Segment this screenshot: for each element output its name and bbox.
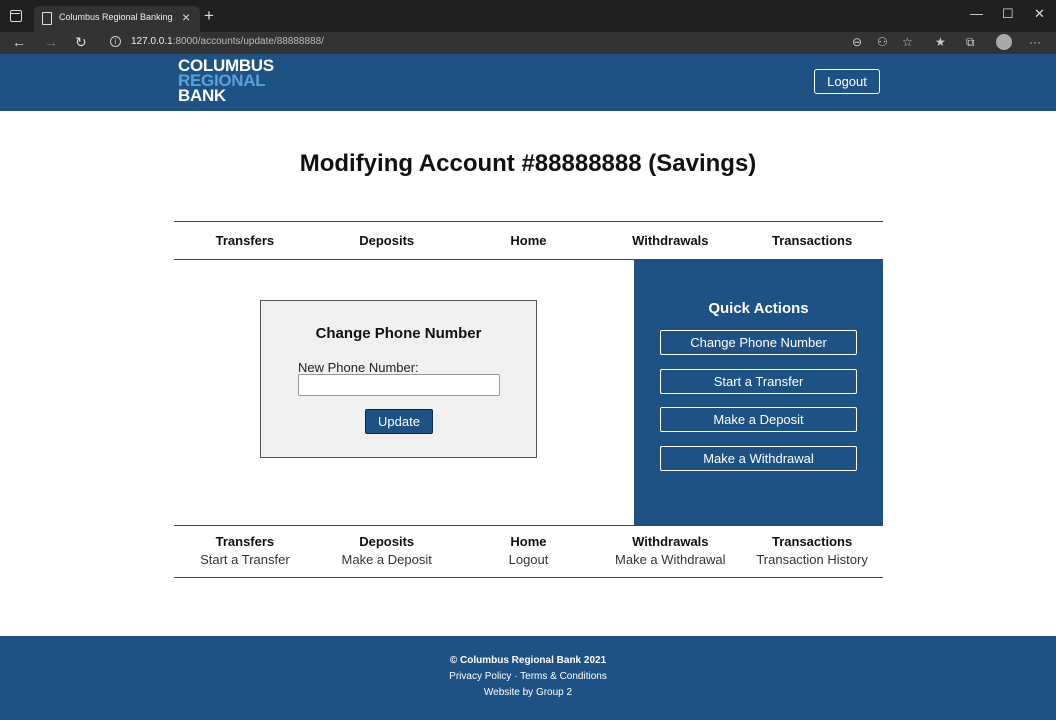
nav-item-withdrawals[interactable]: Withdrawals <box>599 222 741 259</box>
quick-actions-title: Quick Actions <box>708 300 809 317</box>
make-withdrawal-button[interactable]: Make a Withdrawal <box>660 446 857 471</box>
bottom-nav-column: Transactions Transaction History <box>741 526 883 577</box>
url-field[interactable]: i 127.0.0.1:8000/accounts/update/8888888… <box>100 32 930 52</box>
change-phone-form: Change Phone Number New Phone Number: Up… <box>260 300 537 458</box>
start-transfer-button[interactable]: Start a Transfer <box>660 369 857 394</box>
bottom-nav-link[interactable]: Make a Deposit <box>316 552 458 567</box>
window-close-icon[interactable]: ✕ <box>1034 6 1045 22</box>
page-viewport: COLUMBUS REGIONAL BANK Logout Modifying … <box>0 54 1056 720</box>
active-tab[interactable]: Columbus Regional Banking × <box>34 6 200 32</box>
bottom-nav-heading[interactable]: Deposits <box>316 534 458 552</box>
bottom-nav-link[interactable]: Start a Transfer <box>174 552 316 567</box>
footer-separator: · <box>514 671 518 682</box>
url-text[interactable]: 127.0.0.1:8000/accounts/update/88888888/ <box>131 36 324 47</box>
browser-window: Columbus Regional Banking × + — ☐ ✕ ← → … <box>0 0 1056 720</box>
nav-item-transfers[interactable]: Transfers <box>174 222 316 259</box>
add-favorite-icon[interactable]: ☆ <box>902 35 913 49</box>
site-footer: © Columbus Regional Bank 2021 Privacy Po… <box>0 636 1056 720</box>
bank-logo[interactable]: COLUMBUS REGIONAL BANK <box>178 57 274 104</box>
change-phone-button[interactable]: Change Phone Number <box>660 330 857 355</box>
footer-credit: Website by Group 2 <box>483 687 573 698</box>
bottom-nav-heading[interactable]: Transactions <box>741 534 883 552</box>
bottom-nav-link[interactable]: Make a Withdrawal <box>599 552 741 567</box>
favorites-icon[interactable]: ★ <box>935 35 946 49</box>
tab-bar: Columbus Regional Banking × + — ☐ ✕ <box>0 0 1056 32</box>
bottom-nav-heading[interactable]: Withdrawals <box>599 534 741 552</box>
maximize-icon[interactable]: ☐ <box>1002 6 1014 22</box>
bottom-nav-link[interactable]: Transaction History <box>741 552 883 567</box>
phone-label: New Phone Number: <box>298 360 419 375</box>
footer-links: Privacy Policy · Terms & Conditions <box>0 671 1056 682</box>
page-favicon-icon <box>42 12 52 25</box>
quick-actions-panel: Quick Actions Change Phone Number Start … <box>634 260 883 526</box>
nav-item-deposits[interactable]: Deposits <box>316 222 458 259</box>
bottom-nav-column: Deposits Make a Deposit <box>316 526 458 577</box>
tab-close-icon[interactable]: × <box>182 9 190 25</box>
tab-actions-icon[interactable] <box>10 10 22 22</box>
logout-button[interactable]: Logout <box>814 69 880 94</box>
terms-link[interactable]: Terms & Conditions <box>520 671 607 682</box>
tab-title: Columbus Regional Banking <box>59 12 173 22</box>
site-header: COLUMBUS REGIONAL BANK Logout <box>0 54 1056 111</box>
bottom-nav-column: Withdrawals Make a Withdrawal <box>599 526 741 577</box>
phone-input[interactable] <box>298 374 500 396</box>
profile-sync-icon[interactable]: ⚇ <box>877 35 888 49</box>
bottom-nav-heading[interactable]: Home <box>458 534 600 552</box>
bottom-nav: Transfers Start a Transfer Deposits Make… <box>174 525 883 578</box>
bottom-nav-link[interactable]: Logout <box>458 552 600 567</box>
make-deposit-button[interactable]: Make a Deposit <box>660 407 857 432</box>
main-nav: Transfers Deposits Home Withdrawals Tran… <box>174 221 883 260</box>
refresh-icon[interactable]: ↻ <box>75 34 87 51</box>
collections-icon[interactable]: ⧉ <box>966 35 975 50</box>
nav-item-transactions[interactable]: Transactions <box>741 222 883 259</box>
footer-copyright: © Columbus Regional Bank 2021 <box>449 655 607 666</box>
form-title: Change Phone Number <box>315 325 482 342</box>
more-menu-icon[interactable]: ··· <box>1029 35 1041 49</box>
nav-item-home[interactable]: Home <box>458 222 600 259</box>
zoom-icon[interactable]: ⊖ <box>852 35 862 49</box>
page-title: Modifying Account #88888888 (Savings) <box>299 150 757 177</box>
bottom-nav-column: Transfers Start a Transfer <box>174 526 316 577</box>
minimize-icon[interactable]: — <box>970 6 983 21</box>
bottom-nav-column: Home Logout <box>458 526 600 577</box>
privacy-policy-link[interactable]: Privacy Policy <box>449 671 511 682</box>
bottom-nav-heading[interactable]: Transfers <box>174 534 316 552</box>
site-info-icon[interactable]: i <box>110 36 121 47</box>
back-icon[interactable]: ← <box>12 34 26 50</box>
update-button[interactable]: Update <box>365 409 433 434</box>
forward-icon[interactable]: → <box>44 34 58 50</box>
profile-avatar-icon[interactable] <box>996 34 1012 50</box>
new-tab-icon[interactable]: + <box>204 6 214 26</box>
address-bar: ← → ↻ i 127.0.0.1:8000/accounts/update/8… <box>0 32 1056 54</box>
